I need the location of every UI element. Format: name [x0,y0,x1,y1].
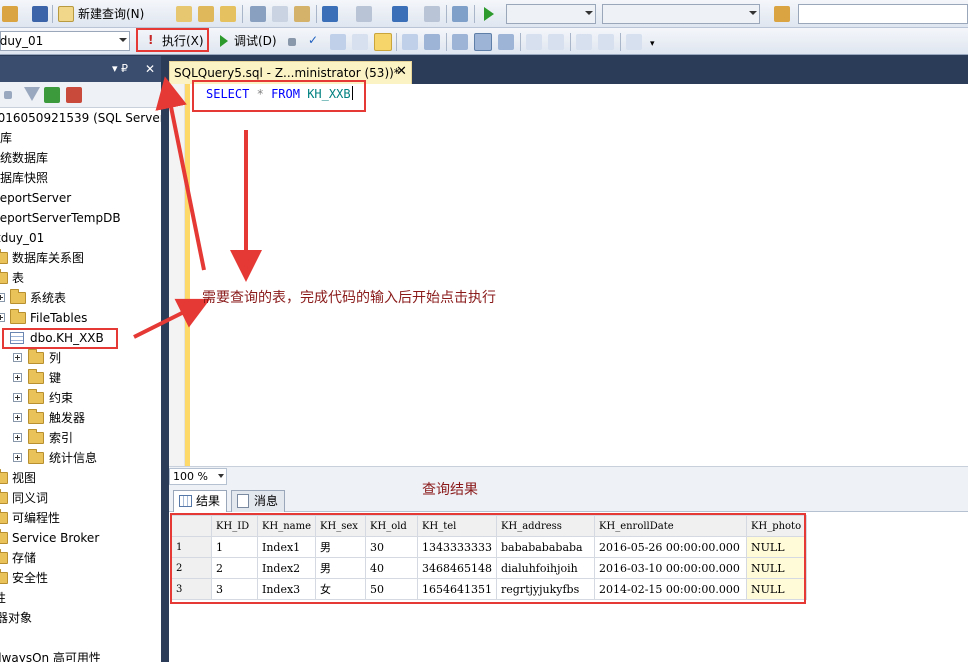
annotation-result-label: 查询结果 [422,482,478,498]
annotation-arrows [133,76,262,339]
arrow-to-execute [155,76,206,271]
arrow-to-note [133,298,211,339]
annotation-instruction-note: 需要查询的表，完成代码的输入后开始点击执行 [202,290,496,306]
